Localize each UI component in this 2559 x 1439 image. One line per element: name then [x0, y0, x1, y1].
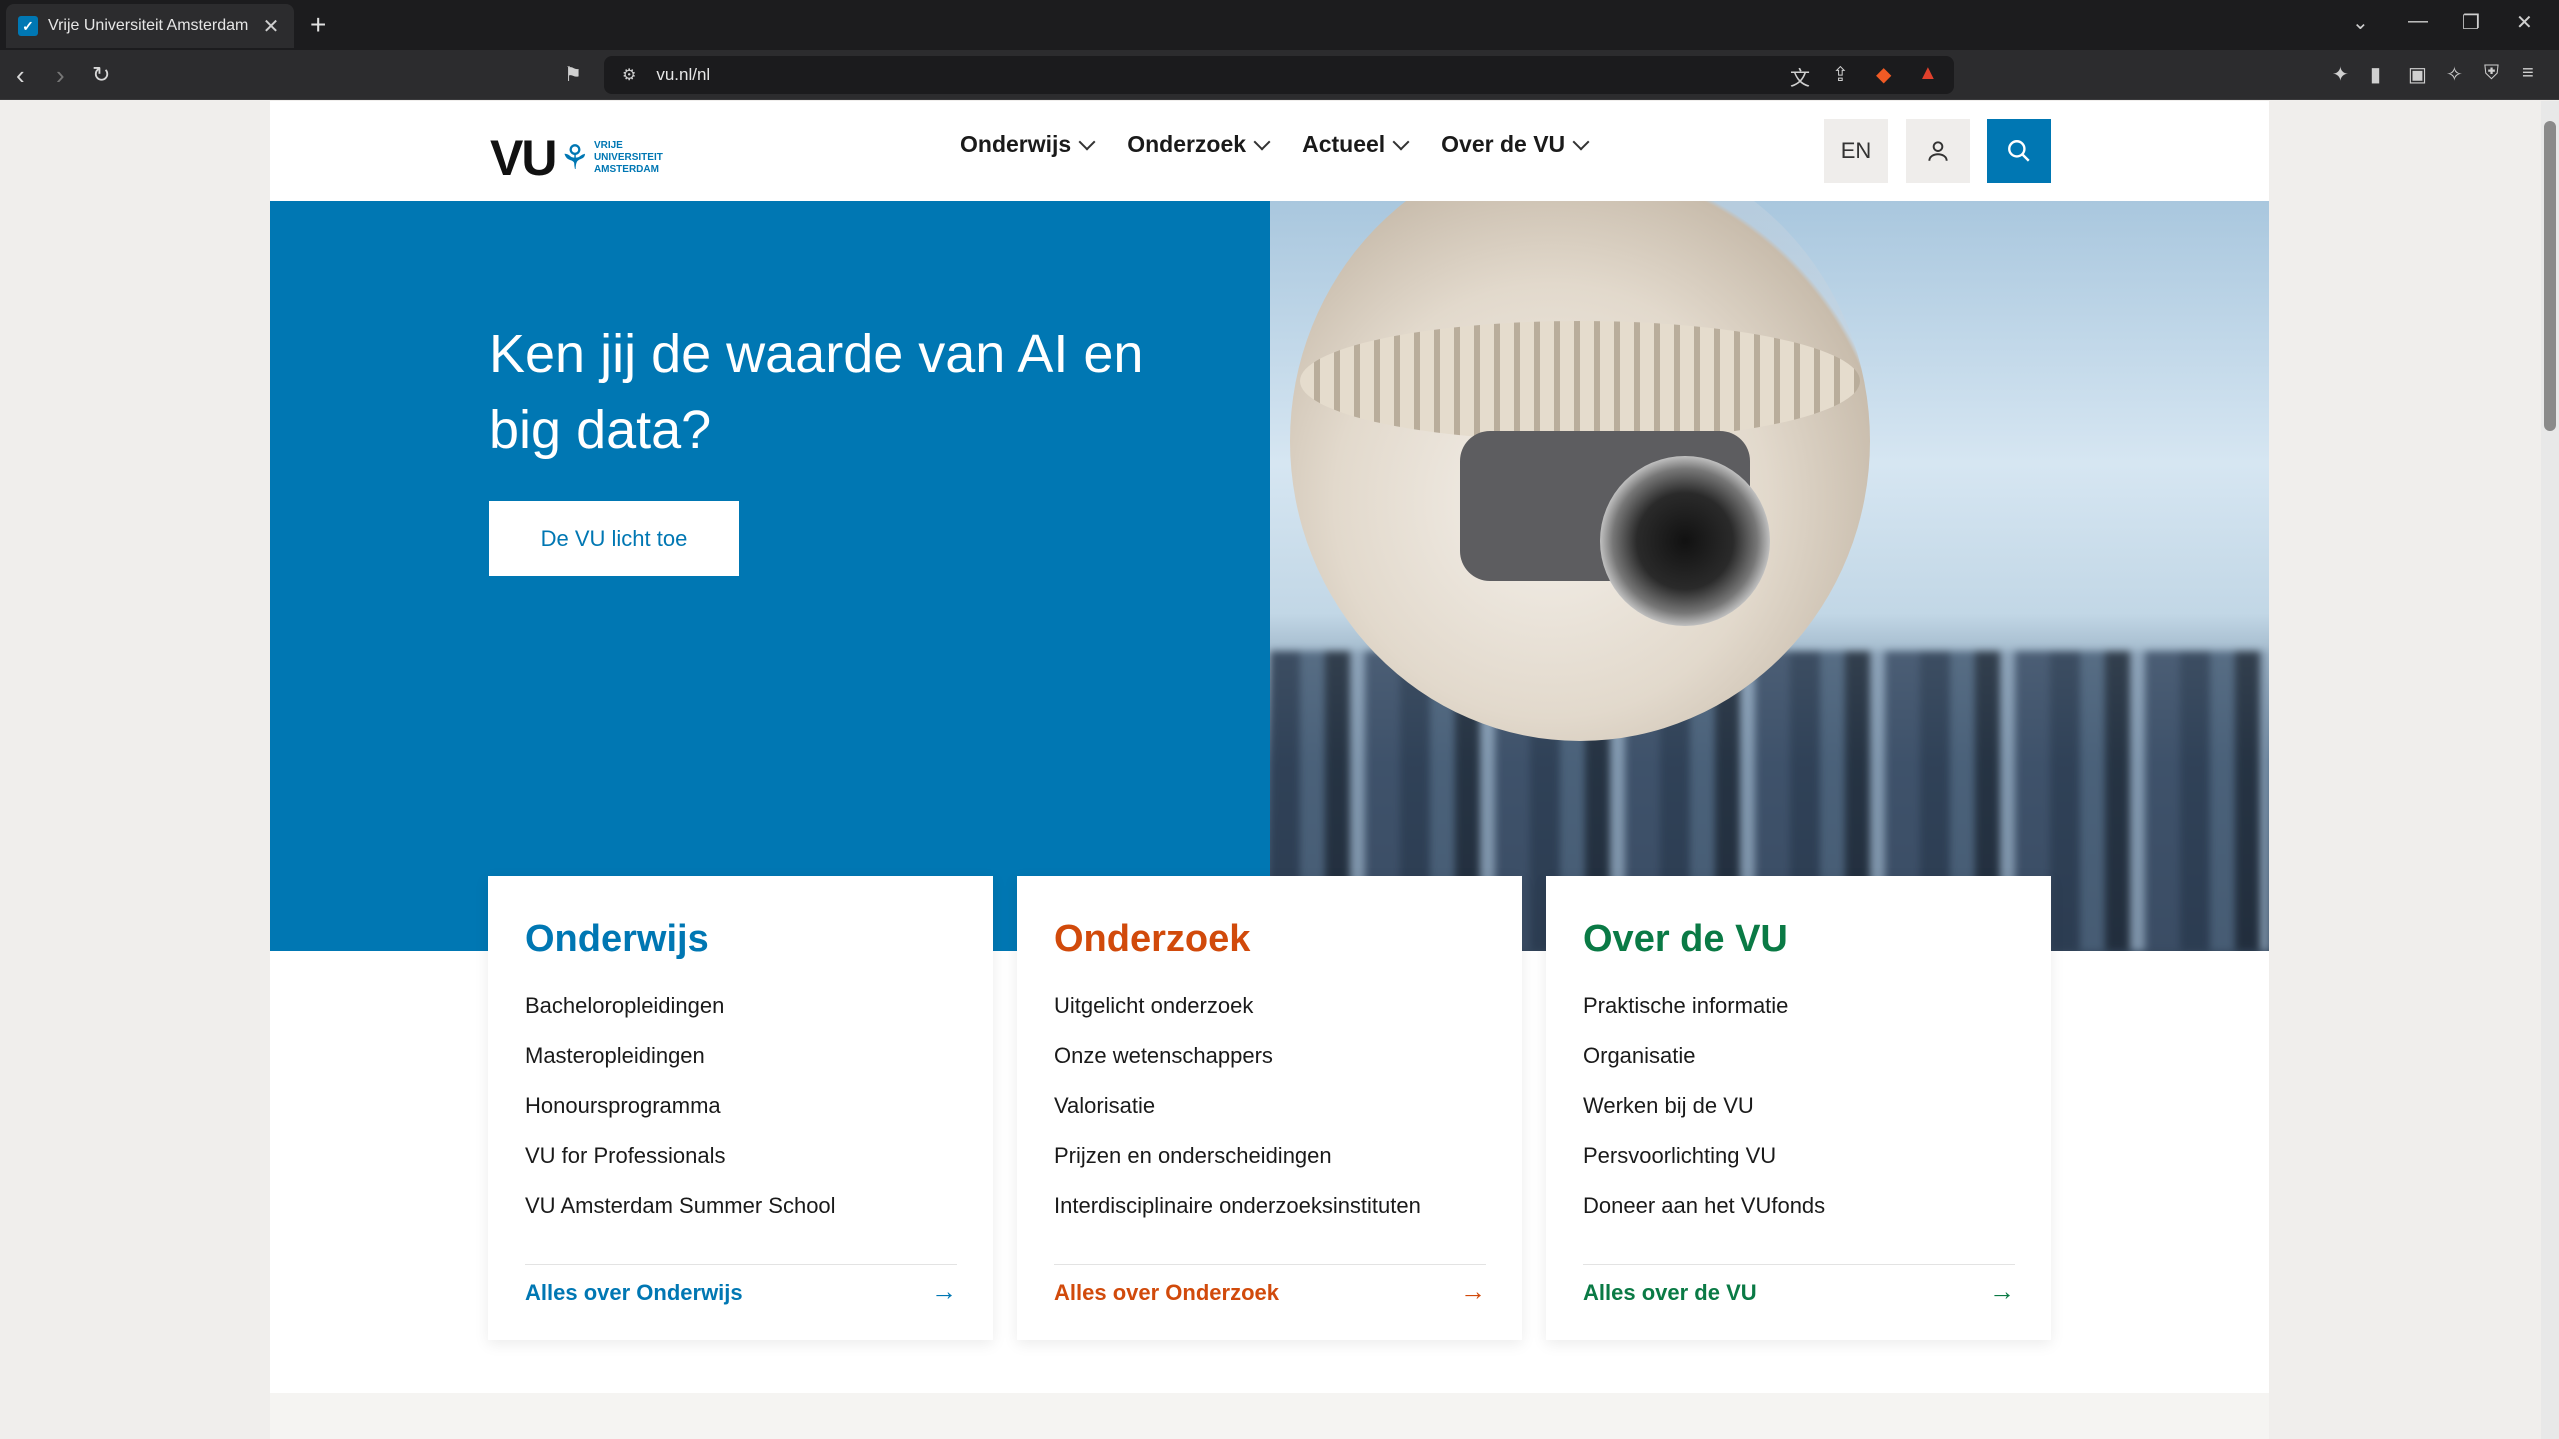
- card-link[interactable]: Praktische informatie: [1583, 981, 2015, 1031]
- search-icon: [2008, 140, 2030, 162]
- sidebar-icon[interactable]: ▮: [2370, 62, 2381, 87]
- divider: [525, 1264, 957, 1265]
- card-link[interactable]: Uitgelicht onderzoek: [1054, 981, 1486, 1031]
- search-button[interactable]: [1987, 119, 2051, 183]
- nav-item-onderwijs[interactable]: Onderwijs: [960, 131, 1096, 158]
- nav-label: Over de VU: [1441, 131, 1566, 157]
- back-icon[interactable]: ‹: [16, 60, 25, 90]
- nav-label: Actueel: [1302, 131, 1386, 157]
- user-icon: [1928, 141, 1948, 161]
- url-text[interactable]: vu.nl/nl: [656, 65, 710, 85]
- wallet-icon[interactable]: ▣: [2408, 62, 2427, 87]
- arrow-right-icon[interactable]: →: [1989, 1276, 2015, 1307]
- translate-icon[interactable]: 文: [1790, 62, 1810, 91]
- chevron-down-icon: [1572, 133, 1590, 150]
- nav-label: Onderwijs: [960, 131, 1072, 157]
- brave-rewards-icon[interactable]: ▲: [1918, 62, 1938, 85]
- minimize-icon[interactable]: —: [2408, 10, 2428, 33]
- card-more-link[interactable]: Alles over Onderwijs: [525, 1280, 743, 1306]
- card-link[interactable]: Bacheloropleidingen: [525, 981, 957, 1031]
- main-nav: Onderwijs Onderzoek Actueel Over de VU: [960, 131, 1590, 158]
- forward-icon[interactable]: ›: [56, 60, 65, 90]
- nav-item-over-de-vu[interactable]: Over de VU: [1441, 131, 1590, 158]
- hero-image-security-camera: [1270, 201, 2269, 951]
- next-section-strip: [270, 1393, 2269, 1439]
- tab-list-chevron-icon[interactable]: ⌄: [2352, 10, 2369, 35]
- browser-tab[interactable]: ✓ Vrije Universiteit Amsterdam ✕: [6, 4, 294, 48]
- card-more-link[interactable]: Alles over de VU: [1583, 1280, 1757, 1306]
- scrollbar-thumb[interactable]: [2544, 121, 2556, 431]
- share-icon[interactable]: ⇪: [1832, 62, 1849, 87]
- restore-icon[interactable]: ❐: [2462, 10, 2480, 35]
- logo-sub-line: VRIJE: [593, 140, 623, 151]
- camera-ring: [1300, 321, 1860, 441]
- user-button[interactable]: [1906, 119, 1970, 183]
- nav-label: Onderzoek: [1127, 131, 1247, 157]
- chevron-down-icon: [1253, 133, 1271, 150]
- browser-toolbar: ‹ › ↻ ⚑ ⚙ vu.nl/nl 文 ⇪ ◆ ▲ ✦ ▮ ▣ ✧ ⛨ ≡: [0, 50, 2559, 100]
- card-link[interactable]: VU Amsterdam Summer School: [525, 1181, 957, 1231]
- reload-icon[interactable]: ↻: [92, 60, 110, 90]
- card-link[interactable]: Werken bij de VU: [1583, 1081, 2015, 1131]
- griffin-icon: ⚘: [559, 139, 590, 177]
- site-header: VU ⚘ VRIJE UNIVERSITEIT AMSTERDAM Onderw…: [270, 101, 2269, 201]
- card-onderwijs: Onderwijs Bacheloropleidingen Masterople…: [488, 876, 993, 1340]
- hero-title: Ken jij de waarde van AI en big data?: [489, 324, 1144, 460]
- card-over-de-vu: Over de VU Praktische informatie Organis…: [1546, 876, 2051, 1340]
- card-link[interactable]: VU for Professionals: [525, 1131, 957, 1181]
- vu-logo[interactable]: VU ⚘ VRIJE UNIVERSITEIT AMSTERDAM: [490, 129, 663, 187]
- nav-item-onderzoek[interactable]: Onderzoek: [1127, 131, 1271, 158]
- card-title: Over de VU: [1583, 918, 1788, 960]
- camera-lens: [1600, 456, 1770, 626]
- bookmark-icon[interactable]: ⚑: [564, 62, 582, 87]
- hero-cta-button[interactable]: De VU licht toe: [489, 501, 739, 576]
- site-settings-icon[interactable]: ⚙: [622, 65, 636, 85]
- logo-sub-line: AMSTERDAM: [593, 164, 659, 175]
- card-more-link[interactable]: Alles over Onderzoek: [1054, 1280, 1279, 1306]
- hero-panel: Ken jij de waarde van AI en big data? De…: [270, 201, 1270, 951]
- card-link[interactable]: Valorisatie: [1054, 1081, 1486, 1131]
- quicklink-cards: Onderwijs Bacheloropleidingen Masterople…: [488, 876, 2051, 1340]
- arrow-right-icon[interactable]: →: [931, 1276, 957, 1307]
- card-link[interactable]: Honoursprogramma: [525, 1081, 957, 1131]
- card-link[interactable]: Doneer aan het VUfonds: [1583, 1181, 2015, 1231]
- browser-tabbar: ✓ Vrije Universiteit Amsterdam ✕ + ⌄ — ❐…: [0, 0, 2559, 50]
- arrow-right-icon[interactable]: →: [1460, 1276, 1486, 1307]
- nav-item-actueel[interactable]: Actueel: [1302, 131, 1410, 158]
- card-title: Onderzoek: [1054, 918, 1251, 960]
- language-switch-button[interactable]: EN: [1824, 119, 1888, 183]
- web-page: VU ⚘ VRIJE UNIVERSITEIT AMSTERDAM Onderw…: [270, 101, 2269, 1439]
- chevron-down-icon: [1078, 133, 1096, 150]
- leo-ai-icon[interactable]: ✧: [2446, 62, 2463, 87]
- tab-title: Vrije Universiteit Amsterdam: [48, 17, 249, 34]
- extensions-icon[interactable]: ✦: [2332, 62, 2349, 87]
- divider: [1583, 1264, 2015, 1265]
- card-link[interactable]: Masteropleidingen: [525, 1031, 957, 1081]
- divider: [1054, 1264, 1486, 1265]
- vpn-icon[interactable]: ⛨: [2484, 62, 2499, 85]
- menu-icon[interactable]: ≡: [2522, 62, 2534, 85]
- logo-sub-line: UNIVERSITEIT: [593, 152, 663, 163]
- logo-text: VU: [490, 130, 557, 186]
- card-link[interactable]: Interdisciplinaire onderzoeksinstituten: [1054, 1181, 1486, 1231]
- card-title: Onderwijs: [525, 918, 709, 960]
- page-scrollbar[interactable]: [2541, 101, 2559, 1439]
- card-link[interactable]: Organisatie: [1583, 1031, 2015, 1081]
- card-link[interactable]: Prijzen en onderscheidingen: [1054, 1131, 1486, 1181]
- address-bar[interactable]: ⚙ vu.nl/nl: [604, 56, 1954, 94]
- vu-favicon-icon: ✓: [18, 16, 38, 36]
- card-onderzoek: Onderzoek Uitgelicht onderzoek Onze wete…: [1017, 876, 1522, 1340]
- card-link[interactable]: Persvoorlichting VU: [1583, 1131, 2015, 1181]
- close-tab-icon[interactable]: ✕: [260, 14, 282, 39]
- brave-shields-icon[interactable]: ◆: [1876, 62, 1891, 87]
- new-tab-icon[interactable]: +: [310, 8, 326, 42]
- chevron-down-icon: [1392, 133, 1410, 150]
- logo-subtitle: VRIJE UNIVERSITEIT AMSTERDAM: [594, 140, 663, 176]
- close-window-icon[interactable]: ✕: [2516, 10, 2533, 35]
- card-link[interactable]: Onze wetenschappers: [1054, 1031, 1486, 1081]
